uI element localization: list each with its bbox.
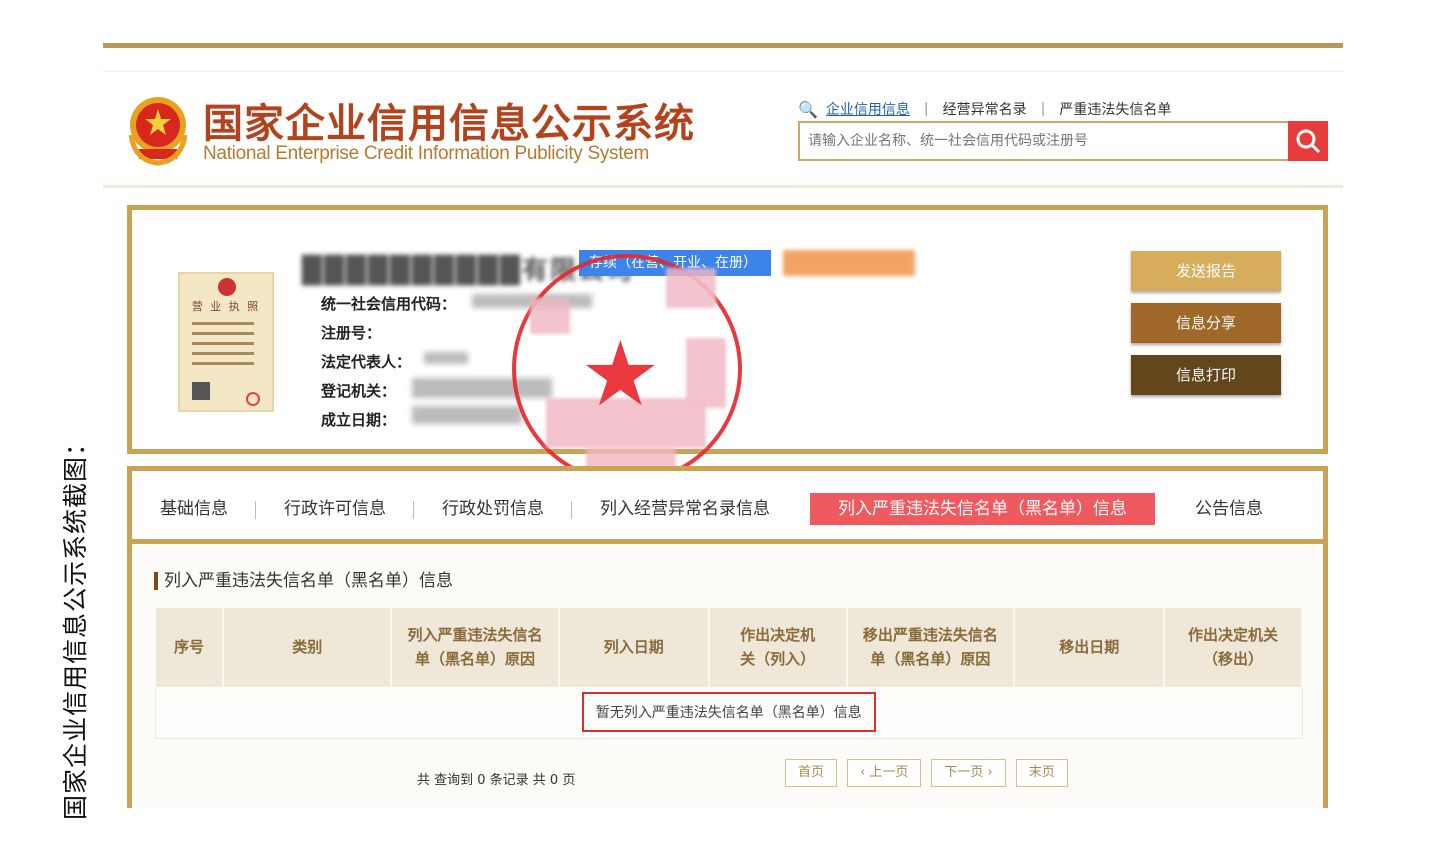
- redacted-value: [412, 406, 522, 424]
- tab-basic-info[interactable]: 基础信息: [132, 493, 256, 525]
- search-button[interactable]: [1288, 121, 1328, 161]
- seal-icon: [246, 392, 260, 406]
- blacklist-table: 序号 类别 列入严重违法失信名单（黑名单）原因 列入日期 作出决定机关（列入） …: [155, 608, 1303, 739]
- tab-bar: 基础信息 行政许可信息 行政处罚信息 列入经营异常名录信息 列入严重违法失信名单…: [132, 479, 1323, 539]
- pagination: 首页 ‹ 上一页 下一页 › 末页: [785, 759, 1068, 787]
- col-header: 类别: [223, 608, 393, 686]
- pager-summary: 共 查询到 0 条记录 共 0 页: [417, 773, 576, 788]
- star-icon: ★: [580, 322, 661, 427]
- emblem-icon: [218, 278, 236, 296]
- redacted-badge: [783, 250, 915, 276]
- tab-admin-penalty[interactable]: 行政处罚信息: [414, 493, 572, 525]
- col-header: 作出决定机关（列入）: [708, 608, 848, 686]
- nav-blacklist[interactable]: 严重违法失信名单: [1059, 99, 1171, 119]
- search-input[interactable]: [800, 123, 1288, 159]
- top-gold-line: [103, 43, 1343, 48]
- details-panel: 基础信息 行政许可信息 行政处罚信息 列入经营异常名录信息 列入严重违法失信名单…: [127, 466, 1328, 808]
- first-page-button[interactable]: 首页: [785, 759, 838, 787]
- prev-page-button[interactable]: ‹ 上一页: [847, 759, 922, 787]
- tab-abnormal-list[interactable]: 列入经营异常名录信息: [572, 493, 798, 525]
- col-header: 列入日期: [558, 608, 710, 686]
- search-icon: [1296, 129, 1321, 154]
- license-line: [192, 352, 254, 355]
- side-caption: 国家企业信用信息公示系统截图：: [52, 420, 96, 830]
- field-credit-code-label: 统一社会信用代码：: [321, 295, 457, 313]
- field-reg-no-label: 注册号：: [321, 324, 382, 342]
- search-icon: 🔍: [798, 99, 818, 119]
- share-info-button[interactable]: 信息分享: [1131, 303, 1281, 343]
- site-title-cn: 国家企业信用信息公示系统: [203, 101, 695, 147]
- nav-credit-info[interactable]: 企业信用信息: [826, 99, 910, 119]
- license-line: [192, 342, 254, 345]
- license-line: [192, 332, 254, 335]
- divider: |: [923, 101, 929, 117]
- col-header: 序号: [155, 608, 225, 686]
- license-title: 营 业 执 照: [191, 300, 261, 313]
- empty-message: 暂无列入严重违法失信名单（黑名单）信息: [581, 692, 876, 732]
- qr-code-icon: [192, 382, 210, 400]
- send-report-button[interactable]: 发送报告: [1131, 251, 1281, 291]
- col-header: 移出严重违法失信名单（黑名单）原因: [846, 608, 1016, 686]
- tab-announcements[interactable]: 公告信息: [1167, 493, 1291, 525]
- search-box: [798, 121, 1328, 161]
- next-page-button[interactable]: 下一页 ›: [931, 759, 1006, 787]
- divider: [103, 71, 1343, 72]
- blacklist-section: 列入严重违法失信名单（黑名单）信息 序号 类别 列入严重违法失信名单（黑名单）原…: [132, 544, 1323, 808]
- table-header-row: 序号 类别 列入严重违法失信名单（黑名单）原因 列入日期 作出决定机关（列入） …: [155, 608, 1303, 686]
- col-header: 列入严重违法失信名单（黑名单）原因: [391, 608, 560, 686]
- table-row: 暂无列入严重违法失信名单（黑名单）信息: [155, 685, 1303, 739]
- col-header: 移出日期: [1014, 608, 1166, 686]
- site-header: 国家企业信用信息公示系统 National Enterprise Credit …: [103, 73, 1343, 188]
- side-caption-text: 国家企业信用信息公示系统截图：: [61, 429, 91, 821]
- search-nav: 🔍 企业信用信息 | 经营异常名录 | 严重违法失信名单: [798, 99, 1171, 119]
- license-line: [192, 362, 254, 365]
- national-emblem-icon: [128, 97, 188, 166]
- nav-abnormal-list[interactable]: 经营异常名录: [943, 99, 1027, 119]
- tab-admin-license[interactable]: 行政许可信息: [256, 493, 414, 525]
- tab-blacklist[interactable]: 列入严重违法失信名单（黑名单）信息: [810, 493, 1155, 525]
- redacted-value: [424, 352, 468, 364]
- business-license-thumbnail[interactable]: 营 业 执 照: [178, 272, 274, 412]
- section-title: 列入严重违法失信名单（黑名单）信息: [154, 572, 453, 590]
- divider: |: [1040, 101, 1046, 117]
- page-frame: 国家企业信用信息公示系统 National Enterprise Credit …: [103, 43, 1343, 808]
- site-title-en: National Enterprise Credit Information P…: [203, 143, 650, 164]
- last-page-button[interactable]: 末页: [1015, 759, 1068, 787]
- company-card: 营 业 执 照 ██████████有限公司 存续（在营、开业、在册） 统一社会…: [127, 205, 1328, 484]
- print-info-button[interactable]: 信息打印: [1131, 355, 1281, 395]
- official-seal-icon: ★: [512, 254, 742, 484]
- col-header: 作出决定机关（移出）: [1164, 608, 1303, 686]
- license-line: [192, 322, 254, 325]
- empty-cell: 暂无列入严重违法失信名单（黑名单）信息: [155, 685, 1303, 739]
